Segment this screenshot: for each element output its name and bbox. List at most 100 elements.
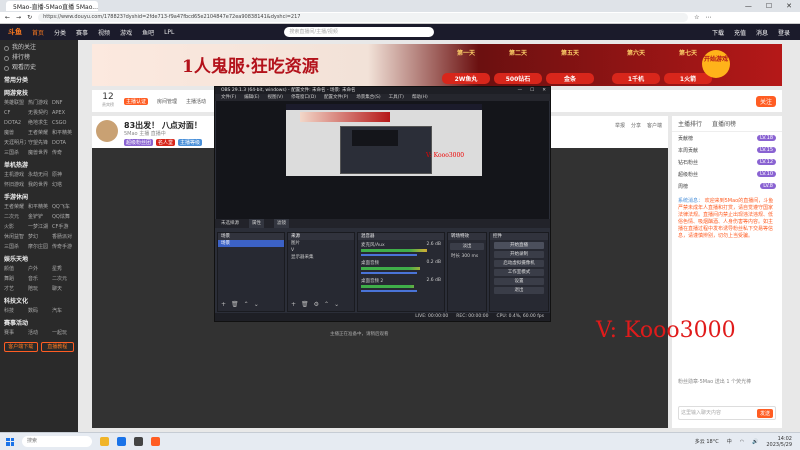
arrow-down-icon[interactable]: ⌄	[254, 301, 259, 308]
edge-browser-icon[interactable]	[117, 437, 126, 446]
rank-row[interactable]: 钻石粉丝 LV.12	[672, 156, 782, 168]
sidebar-category-link[interactable]: 二次元	[4, 213, 26, 222]
virtual-camera-button[interactable]: 启动虚拟摄像机	[494, 260, 544, 267]
trash-icon[interactable]: 🗑	[231, 301, 239, 308]
sidebar-category-link[interactable]: 香肠派对	[52, 233, 74, 242]
nav-category[interactable]: 分类	[54, 28, 66, 37]
star-icon[interactable]: ☆	[694, 14, 699, 21]
start-game-button[interactable]: 开始游戏	[702, 50, 730, 78]
volume-slider[interactable]	[361, 290, 417, 292]
messages-link[interactable]: 消息	[756, 28, 768, 37]
obs-menu-item[interactable]: 工具(T)	[389, 94, 404, 101]
live-guide-button[interactable]: 直播教程	[40, 342, 74, 352]
tab-room-rank[interactable]: 直播间榜	[712, 119, 736, 128]
sidebar-category-link[interactable]: 音乐	[28, 275, 50, 284]
vip-rank[interactable]: 12 贵宾榜	[102, 93, 114, 109]
rank-row[interactable]: 贡献榜 LV.18	[672, 132, 782, 144]
forward-icon[interactable]: →	[16, 14, 21, 21]
sidebar-category-link[interactable]: 赛事	[4, 329, 26, 338]
sidebar-category-link[interactable]: 才艺	[4, 285, 26, 294]
sidebar-category-link[interactable]: 陪玩	[28, 285, 50, 294]
sidebar-category-link[interactable]: 传奇手游	[52, 243, 74, 252]
maximize-button[interactable]: ☐	[766, 2, 772, 10]
login-link[interactable]: 登录	[778, 28, 790, 37]
arrow-down-icon[interactable]: ⌄	[334, 301, 339, 308]
rank-row[interactable]: 超级粉丝 LV.10	[672, 168, 782, 180]
banner-day[interactable]: 第一天 2W鱼丸	[442, 48, 490, 84]
room-tag[interactable]: 主播认证	[124, 97, 149, 105]
sidebar-category-link[interactable]: 舞蹈	[4, 275, 26, 284]
share-link[interactable]: 分享	[631, 122, 641, 129]
sidebar-category-link[interactable]: 无畏契约	[28, 109, 50, 118]
sidebar-category-link[interactable]: 英雄联盟	[4, 99, 26, 108]
browser-tab[interactable]: 5Mao-直播-5Mao直播 5Mao...	[6, 1, 98, 11]
obs-app-icon[interactable]	[134, 437, 143, 446]
sidebar-category-link[interactable]: 我的世界	[28, 181, 50, 190]
nav-events[interactable]: 赛事	[76, 28, 88, 37]
sidebar-category-link[interactable]: CF	[4, 109, 26, 118]
sidebar-category-link[interactable]: 金铲铲	[28, 213, 50, 222]
sidebar-category-link[interactable]: 一梦江湖	[28, 223, 50, 232]
close-button[interactable]: ✕	[786, 2, 792, 10]
sidebar-category-link[interactable]: 和平精英	[52, 129, 74, 138]
sidebar-item-rank[interactable]: 排行榜	[4, 53, 74, 63]
rank-row[interactable]: 本周贡献 LV.15	[672, 144, 782, 156]
sidebar-category-link[interactable]: 和平精英	[28, 203, 50, 212]
url-input[interactable]: https://www.douyu.com/178823?dyshid=2fde…	[38, 13, 689, 22]
sidebar-item-follow[interactable]: 我的关注	[4, 43, 74, 53]
menu-icon[interactable]: ⋯	[705, 14, 711, 21]
sidebar-category-link[interactable]: 魔兽世界	[28, 149, 50, 158]
nav-yuba[interactable]: 鱼吧	[142, 28, 154, 37]
arrow-up-icon[interactable]: ⌃	[244, 301, 249, 308]
obs-maximize-button[interactable]: ☐	[530, 87, 534, 94]
studio-mode-button[interactable]: 工作室模式	[494, 269, 544, 276]
source-item[interactable]: 显示器采集	[288, 254, 354, 261]
sidebar-category-link[interactable]: 绝地求生	[28, 119, 50, 128]
recharge-link[interactable]: 充值	[734, 28, 746, 37]
arrow-up-icon[interactable]: ⌃	[324, 301, 329, 308]
volume-slider[interactable]	[361, 272, 417, 274]
sidebar-category-link[interactable]: 星秀	[52, 265, 74, 274]
obs-menu-item[interactable]: 停靠窗口(D)	[291, 94, 316, 101]
room-tag[interactable]: 房间管理	[157, 98, 177, 105]
room-tag[interactable]: 主播活动	[186, 98, 206, 105]
properties-button[interactable]: 属性	[249, 219, 264, 228]
settings-button[interactable]: 设置	[494, 278, 544, 285]
obs-menu-item[interactable]: 文件(F)	[221, 94, 236, 101]
sidebar-category-link[interactable]: 摩尔庄园	[28, 243, 50, 252]
nav-home[interactable]: 首页	[32, 28, 44, 37]
banner-day[interactable]: 第六天 1千机	[612, 48, 660, 84]
download-link[interactable]: 下载	[712, 28, 724, 37]
volume-icon[interactable]: 🔊	[752, 439, 758, 445]
language-indicator[interactable]: 中	[727, 438, 732, 445]
sidebar-category-link[interactable]: 火影	[4, 223, 26, 232]
sidebar-category-link[interactable]: 户外	[28, 265, 50, 274]
trash-icon[interactable]: 🗑	[301, 301, 309, 308]
sidebar-category-link[interactable]: 王者荣耀	[28, 129, 50, 138]
nav-lpl[interactable]: LPL	[164, 29, 174, 36]
add-icon[interactable]: +	[221, 301, 226, 308]
tab-anchor-rank[interactable]: 主播排行	[678, 119, 702, 128]
file-explorer-icon[interactable]	[100, 437, 109, 446]
wifi-icon[interactable]: ◠	[740, 439, 744, 445]
sidebar-category-link[interactable]: 守望先锋	[28, 139, 50, 148]
obs-minimize-button[interactable]: —	[518, 87, 523, 94]
douyu-app-icon[interactable]	[151, 437, 160, 446]
sidebar-category-link[interactable]: APEX	[52, 109, 74, 118]
obs-menu-item[interactable]: 编辑(E)	[244, 94, 259, 101]
sidebar-category-link[interactable]: 数码	[28, 307, 50, 316]
source-item[interactable]: V	[288, 247, 354, 254]
sidebar-category-link[interactable]: 休闲益智	[4, 233, 26, 242]
sidebar-category-link[interactable]: 主机游戏	[4, 171, 26, 180]
sidebar-category-link[interactable]: 科技	[4, 307, 26, 316]
obs-preview[interactable]: V: Kooo3000	[216, 101, 549, 219]
sidebar-category-link[interactable]: DNF	[52, 99, 74, 108]
obs-menu-item[interactable]: 帮助(H)	[412, 94, 428, 101]
avatar[interactable]	[96, 120, 118, 142]
exit-button[interactable]: 退出	[494, 287, 544, 294]
site-search-input[interactable]: 搜索直播间/主播/视频	[284, 27, 435, 37]
chat-input[interactable]: 这里输入聊天内容 发送	[678, 406, 776, 420]
sidebar-category-link[interactable]: 聊天	[52, 285, 74, 294]
obs-menu-item[interactable]: 场景集合(S)	[356, 94, 380, 101]
sidebar-category-link[interactable]: 怀旧游戏	[4, 181, 26, 190]
